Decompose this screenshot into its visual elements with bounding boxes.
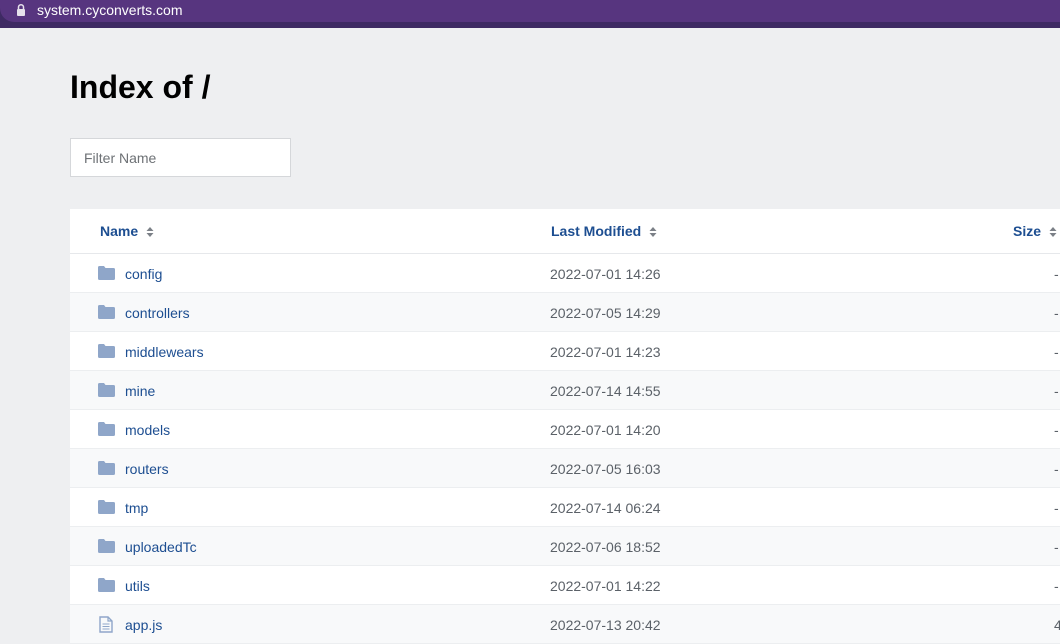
last-modified-column-label: Last Modified (551, 223, 642, 239)
size-column-label: Size (1013, 223, 1042, 239)
sort-icon (649, 227, 657, 238)
entry-modified: 2022-07-14 06:24 (550, 500, 661, 516)
folder-icon (98, 500, 115, 514)
table-row: uploadedTc 2022-07-06 18:52 - (70, 527, 1060, 566)
file-listing-table: Name Last Modified Size config 2022-07-0… (70, 209, 1060, 644)
entry-link[interactable]: uploadedTc (125, 538, 197, 556)
folder-icon (98, 266, 115, 280)
table-row: app.js 2022-07-13 20:42 4k (70, 605, 1060, 644)
entry-link[interactable]: config (125, 265, 162, 283)
name-column-label: Name (100, 223, 139, 239)
entry-modified: 2022-07-05 14:29 (550, 305, 661, 321)
table-row: models 2022-07-01 14:20 - (70, 410, 1060, 449)
table-row: controllers 2022-07-05 14:29 - (70, 293, 1060, 332)
name-column-header[interactable]: Name (100, 222, 154, 240)
entry-link[interactable]: tmp (125, 499, 148, 517)
table-row: utils 2022-07-01 14:22 - (70, 566, 1060, 605)
entry-size: - (1054, 500, 1059, 516)
entry-link[interactable]: mine (125, 382, 155, 400)
folder-icon (98, 461, 115, 475)
folder-icon (98, 539, 115, 553)
entry-size: - (1054, 266, 1059, 282)
entry-size: - (1054, 578, 1059, 594)
entry-link[interactable]: routers (125, 460, 169, 478)
entry-modified: 2022-07-06 18:52 (550, 539, 661, 555)
sort-icon (146, 227, 154, 238)
file-icon (99, 616, 113, 633)
entry-link[interactable]: models (125, 421, 170, 439)
folder-icon (98, 305, 115, 319)
table-row: middlewears 2022-07-01 14:23 - (70, 332, 1060, 371)
entry-size: - (1054, 422, 1059, 438)
entry-size: - (1054, 383, 1059, 399)
table-row: tmp 2022-07-14 06:24 - (70, 488, 1060, 527)
entry-modified: 2022-07-01 14:26 (550, 266, 661, 282)
entry-link[interactable]: utils (125, 577, 150, 595)
lock-icon (17, 3, 25, 16)
page-title: Index of / (70, 69, 211, 105)
url-box[interactable]: system.cyconverts.com (0, 0, 1060, 22)
entry-link[interactable]: controllers (125, 304, 190, 322)
entry-modified: 2022-07-01 14:22 (550, 578, 661, 594)
entry-size: - (1054, 305, 1059, 321)
folder-icon (98, 383, 115, 397)
entry-modified: 2022-07-01 14:20 (550, 422, 661, 438)
entry-modified: 2022-07-14 14:55 (550, 383, 661, 399)
entry-modified: 2022-07-13 20:42 (550, 617, 661, 633)
entry-size: 4k (1054, 617, 1060, 633)
size-column-header[interactable]: Size (1013, 222, 1057, 240)
entry-modified: 2022-07-05 16:03 (550, 461, 661, 477)
table-row: config 2022-07-01 14:26 - (70, 254, 1060, 293)
entry-size: - (1054, 461, 1059, 477)
table-row: routers 2022-07-05 16:03 - (70, 449, 1060, 488)
url-text: system.cyconverts.com (37, 2, 183, 18)
folder-icon (98, 578, 115, 592)
entry-size: - (1054, 344, 1059, 360)
entry-link[interactable]: app.js (125, 616, 162, 634)
entry-modified: 2022-07-01 14:23 (550, 344, 661, 360)
table-row: mine 2022-07-14 14:55 - (70, 371, 1060, 410)
folder-icon (98, 344, 115, 358)
table-header: Name Last Modified Size (70, 209, 1060, 254)
entry-size: - (1054, 539, 1059, 555)
last-modified-column-header[interactable]: Last Modified (551, 222, 657, 240)
filter-name-input[interactable] (70, 138, 291, 177)
browser-address-bar: system.cyconverts.com (0, 0, 1060, 28)
entry-link[interactable]: middlewears (125, 343, 204, 361)
folder-icon (98, 422, 115, 436)
sort-icon (1049, 227, 1057, 238)
